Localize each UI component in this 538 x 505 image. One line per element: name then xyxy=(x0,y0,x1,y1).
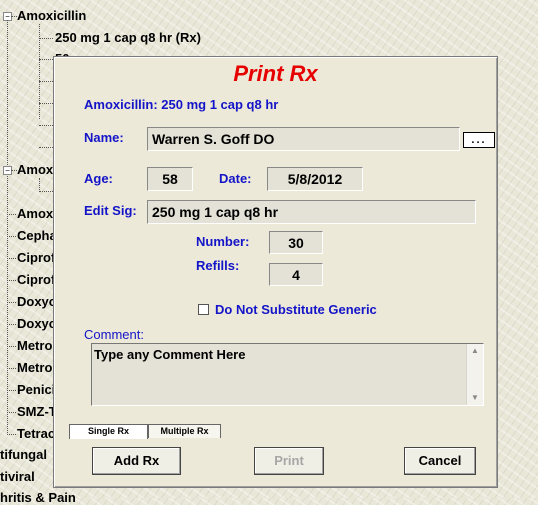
age-field[interactable]: 58 xyxy=(147,167,193,191)
name-field[interactable]: Warren S. Goff DO xyxy=(147,127,460,151)
edit-sig-label: Edit Sig: xyxy=(84,203,137,218)
date-label: Date: xyxy=(219,171,252,186)
name-label: Name: xyxy=(84,130,124,145)
cancel-button[interactable]: Cancel xyxy=(404,447,476,475)
dns-checkbox[interactable] xyxy=(198,304,209,315)
refills-field[interactable]: 4 xyxy=(269,263,323,286)
number-field[interactable]: 30 xyxy=(269,231,323,254)
sig-field[interactable]: 250 mg 1 cap q8 hr xyxy=(147,200,476,224)
refills-label: Refills: xyxy=(196,258,240,273)
tree-node-rx[interactable]: 250 mg 1 cap q8 hr (Rx) xyxy=(55,30,201,45)
print-button[interactable]: Print xyxy=(254,447,324,475)
comment-scrollbar[interactable]: ▲ ▼ xyxy=(466,344,483,405)
comment-textarea[interactable]: Type any Comment Here ▲ ▼ xyxy=(91,343,484,406)
add-rx-button[interactable]: Add Rx xyxy=(92,447,181,475)
tree-node-antifungal[interactable]: tifungal xyxy=(0,447,47,462)
date-field[interactable]: 5/8/2012 xyxy=(267,167,363,191)
number-label: Number: xyxy=(196,234,250,249)
dialog-title: Print Rx xyxy=(233,61,318,86)
tree-node-amoxicillin[interactable]: Amoxicillin xyxy=(17,8,86,23)
tree-node-antiviral[interactable]: tiviral xyxy=(0,469,35,484)
comment-text: Type any Comment Here xyxy=(94,347,246,362)
dns-label: Do Not Substitute Generic xyxy=(215,302,377,317)
ellipsis-button[interactable]: ... xyxy=(463,132,495,148)
tab-single-rx[interactable]: Single Rx xyxy=(69,424,148,439)
comment-label: Comment: xyxy=(84,327,144,342)
scroll-up-icon[interactable]: ▲ xyxy=(467,344,483,358)
tab-multiple-rx[interactable]: Multiple Rx xyxy=(148,424,221,438)
age-label: Age: xyxy=(84,171,113,186)
drug-description: Amoxicillin: 250 mg 1 cap q8 hr xyxy=(84,97,279,112)
print-rx-dialog: Print Rx Amoxicillin: 250 mg 1 cap q8 hr… xyxy=(53,56,498,488)
scroll-down-icon[interactable]: ▼ xyxy=(467,391,483,405)
